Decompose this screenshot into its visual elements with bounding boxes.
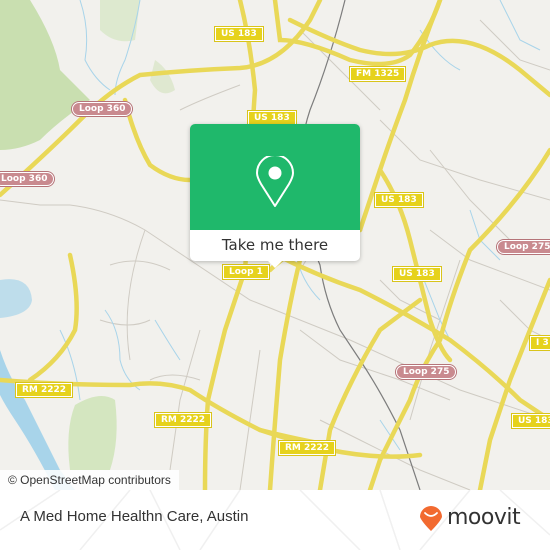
footer-bar: A Med Home Healthn Care, Austin moovit — [0, 490, 550, 550]
destination-popup: Take me there — [190, 124, 360, 268]
river — [0, 350, 75, 490]
park-area — [100, 0, 140, 42]
park-area — [68, 396, 117, 470]
road-label-loop275: Loop 275 — [497, 240, 550, 254]
road-label-loop1: Loop 1 — [222, 264, 270, 280]
brand-name: moovit — [447, 504, 521, 530]
place-name: A Med Home Healthn Care, Austin — [20, 508, 249, 525]
take-me-there-button[interactable]: Take me there — [190, 230, 360, 261]
park-area — [0, 0, 90, 150]
park-area — [150, 60, 175, 94]
moovit-logo[interactable]: moovit — [418, 502, 521, 532]
river — [0, 279, 32, 318]
road-label-loop275: Loop 275 — [396, 365, 457, 379]
road-label-us183: US 183 — [247, 110, 297, 126]
road-label-fm1325: FM 1325 — [348, 66, 407, 82]
road-label-loop360: Loop 360 — [0, 172, 55, 186]
map-attribution[interactable]: © OpenStreetMap contributors — [0, 470, 179, 490]
location-pin-icon — [256, 156, 294, 207]
popup-header — [190, 124, 360, 230]
road-label-rm2222: RM 2222 — [14, 382, 74, 398]
road-label-i35: I 3 — [529, 335, 550, 351]
popup-pointer — [267, 260, 283, 268]
road-label-us183: US 183 — [511, 413, 550, 429]
moovit-pin-icon — [420, 506, 442, 531]
road-label-rm2222: RM 2222 — [153, 412, 213, 428]
map-view[interactable]: US 183 FM 1325 Loop 360 US 183 Loop 360 … — [0, 0, 550, 490]
road-label-us183: US 183 — [392, 266, 442, 282]
road-label-rm2222: RM 2222 — [277, 440, 337, 456]
road-label-us183: US 183 — [374, 192, 424, 208]
road-label-us183: US 183 — [214, 26, 264, 42]
road-label-loop360: Loop 360 — [72, 102, 133, 116]
